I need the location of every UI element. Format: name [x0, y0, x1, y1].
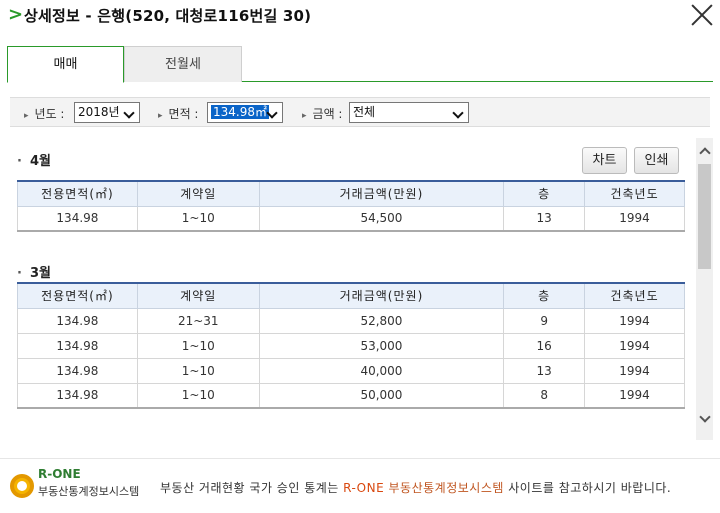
- print-button[interactable]: 인쇄: [634, 147, 679, 174]
- table-row: 134.98 1~10 50,000 8 1994: [17, 382, 685, 409]
- table-row: 134.98 21~31 52,800 9 1994: [17, 307, 685, 334]
- notice-post: 사이트를 참고하시기 바랍니다.: [508, 481, 672, 495]
- page-title: 상세정보 - 은행(520, 대청로116번길 30): [24, 7, 312, 25]
- col-header-built-year: 건축년도: [584, 283, 685, 309]
- cell-built-year: 1994: [584, 307, 685, 334]
- cell-contract-date: 21~31: [136, 307, 260, 334]
- scroll-down-arrow-icon[interactable]: [696, 410, 713, 427]
- cell-built-year: 1994: [584, 382, 685, 409]
- col-header-area: 전용면적(㎡): [17, 283, 138, 309]
- notice-system-link[interactable]: 부동산통계정보시스템: [389, 481, 504, 495]
- cell-price: 50,000: [258, 382, 505, 409]
- logo-brand: R-ONE: [38, 467, 81, 481]
- chevron-down-icon: [123, 105, 137, 120]
- cell-price: 53,000: [258, 332, 505, 359]
- tab-sale[interactable]: 매매: [7, 46, 124, 83]
- cell-floor: 16: [503, 332, 586, 359]
- year-label: 년도 :: [24, 105, 65, 122]
- year-select-value: 2018년: [78, 105, 120, 119]
- col-header-area: 전용면적(㎡): [17, 181, 138, 207]
- cell-floor: 13: [503, 205, 586, 232]
- chevron-right-icon: >: [8, 4, 24, 25]
- amount-label: 금액 :: [302, 105, 343, 122]
- cell-area: 134.98: [17, 357, 138, 384]
- table-row: 134.98 1~10 40,000 13 1994: [17, 357, 685, 384]
- cell-price: 52,800: [258, 307, 505, 334]
- table-row: 134.98 1~10 53,000 16 1994: [17, 332, 685, 359]
- cell-built-year: 1994: [584, 357, 685, 384]
- cell-area: 134.98: [17, 205, 138, 232]
- cell-built-year: 1994: [584, 205, 685, 232]
- cell-area: 134.98: [17, 382, 138, 409]
- area-select-value: 134.98㎡: [211, 105, 269, 119]
- cell-floor: 8: [503, 382, 586, 409]
- r-one-logo-icon: [10, 474, 34, 498]
- table-april: 전용면적(㎡) 계약일 거래금액(만원) 층 건축년도 134.98 1~10 …: [17, 180, 685, 232]
- cell-floor: 13: [503, 357, 586, 384]
- chevron-down-icon: [452, 105, 466, 120]
- table-row: 134.98 1~10 54,500 13 1994: [17, 205, 685, 232]
- col-header-price: 거래금액(만원): [258, 283, 505, 309]
- section-title-april: 4월: [17, 150, 51, 169]
- notice-pre: 부동산 거래현황 국가 승인 통계는: [160, 481, 339, 495]
- close-icon[interactable]: [689, 2, 715, 28]
- col-header-floor: 층: [503, 283, 586, 309]
- amount-select-value: 전체: [353, 105, 376, 119]
- footer-notice: 부동산 거래현황 국가 승인 통계는 R-ONE 부동산통계정보시스템 사이트를…: [160, 479, 671, 496]
- scrollbar-thumb[interactable]: [698, 164, 711, 269]
- cell-contract-date: 1~10: [136, 205, 260, 232]
- logo-name: 부동산통계정보시스템: [38, 485, 140, 498]
- col-header-contract-date: 계약일: [136, 181, 260, 207]
- footer: R-ONE 부동산통계정보시스템 부동산 거래현황 국가 승인 통계는 R-ON…: [0, 458, 720, 513]
- cell-floor: 9: [503, 307, 586, 334]
- notice-brand-link[interactable]: R-ONE: [343, 481, 384, 495]
- amount-select[interactable]: 전체: [349, 102, 469, 123]
- tab-rent[interactable]: 전월세: [124, 46, 242, 82]
- col-header-contract-date: 계약일: [136, 283, 260, 309]
- tab-bar: 매매 전월세: [7, 46, 713, 83]
- col-header-price: 거래금액(만원): [258, 181, 505, 207]
- section-title-march: 3월: [17, 262, 51, 281]
- area-label: 면적 :: [158, 105, 199, 122]
- col-header-built-year: 건축년도: [584, 181, 685, 207]
- table-header-row: 전용면적(㎡) 계약일 거래금액(만원) 층 건축년도: [17, 181, 685, 207]
- year-select[interactable]: 2018년: [74, 102, 140, 123]
- chevron-down-icon: [266, 105, 280, 120]
- cell-area: 134.98: [17, 307, 138, 334]
- cell-price: 54,500: [258, 205, 505, 232]
- title-bar: > 상세정보 - 은행(520, 대청로116번길 30): [0, 0, 720, 32]
- filter-bar: 년도 : 2018년 면적 : 134.98㎡ 금액 : 전체: [10, 97, 710, 127]
- vertical-scrollbar[interactable]: [696, 138, 713, 440]
- transaction-list[interactable]: 4월 차트 인쇄 전용면적(㎡) 계약일 거래금액(만원) 층 건축년도 134…: [0, 138, 696, 440]
- col-header-floor: 층: [503, 181, 586, 207]
- cell-contract-date: 1~10: [136, 357, 260, 384]
- cell-contract-date: 1~10: [136, 332, 260, 359]
- cell-area: 134.98: [17, 332, 138, 359]
- table-march: 전용면적(㎡) 계약일 거래금액(만원) 층 건축년도 134.98 21~31…: [17, 282, 685, 409]
- area-select[interactable]: 134.98㎡: [207, 102, 283, 123]
- chart-button[interactable]: 차트: [582, 147, 627, 174]
- cell-contract-date: 1~10: [136, 382, 260, 409]
- cell-built-year: 1994: [584, 332, 685, 359]
- scroll-up-arrow-icon[interactable]: [696, 142, 713, 159]
- table-header-row: 전용면적(㎡) 계약일 거래금액(만원) 층 건축년도: [17, 283, 685, 309]
- cell-price: 40,000: [258, 357, 505, 384]
